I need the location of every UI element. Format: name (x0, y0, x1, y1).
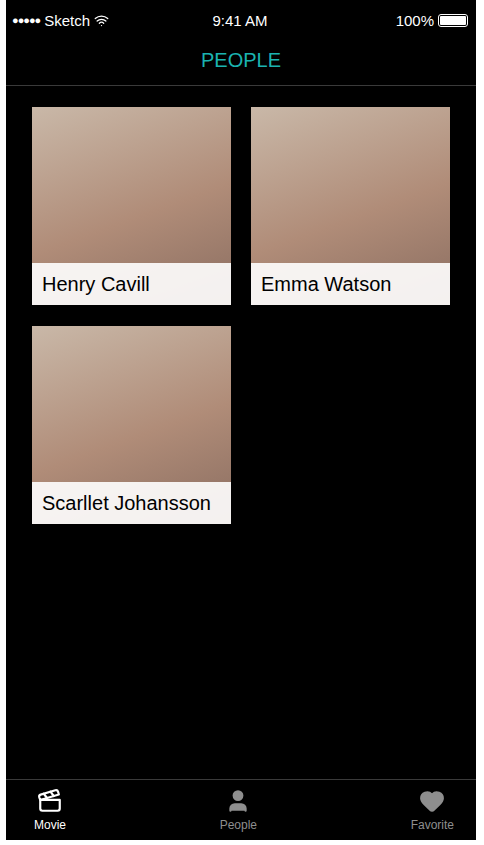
clapperboard-icon (37, 788, 63, 814)
tab-item[interactable]: Movie (34, 780, 66, 840)
tab-label: Movie (34, 818, 66, 832)
person-name: Henry Cavill (32, 263, 231, 305)
person-card[interactable]: Scarllet Johansson (32, 326, 231, 524)
carrier: ●●●●● Sketch (12, 12, 212, 29)
phone-screen: ●●●●● Sketch 9:41 AM 100% PEOPLE Henry Cavill… (6, 0, 476, 840)
person-card[interactable]: Emma Watson (251, 107, 450, 305)
tab-label: People (220, 818, 257, 832)
signal-dots: ●●●●● (12, 14, 40, 26)
person-icon (225, 788, 251, 814)
person-name: Scarllet Johansson (32, 482, 231, 524)
person-name: Emma Watson (251, 263, 450, 305)
battery-status: 100% (268, 12, 468, 29)
person-card[interactable]: Henry Cavill (32, 107, 231, 305)
heart-icon (419, 788, 445, 814)
status-bar: ●●●●● Sketch 9:41 AM 100% (6, 0, 476, 40)
carrier-name: Sketch (44, 12, 90, 29)
tab-bar: Movie People Favorite (6, 779, 476, 840)
people-grid: Henry Cavill Emma Watson Scarllet Johansso… (6, 86, 476, 779)
battery-icon (438, 14, 468, 27)
tab-label: Favorite (411, 818, 454, 832)
tab-item[interactable]: People (220, 780, 257, 840)
wifi-icon (94, 13, 109, 28)
status-time: 9:41 AM (212, 12, 267, 29)
nav-header: PEOPLE (6, 40, 476, 86)
page-title: PEOPLE (201, 49, 281, 72)
tab-item[interactable]: Favorite (411, 780, 454, 840)
battery-percent: 100% (396, 12, 434, 29)
